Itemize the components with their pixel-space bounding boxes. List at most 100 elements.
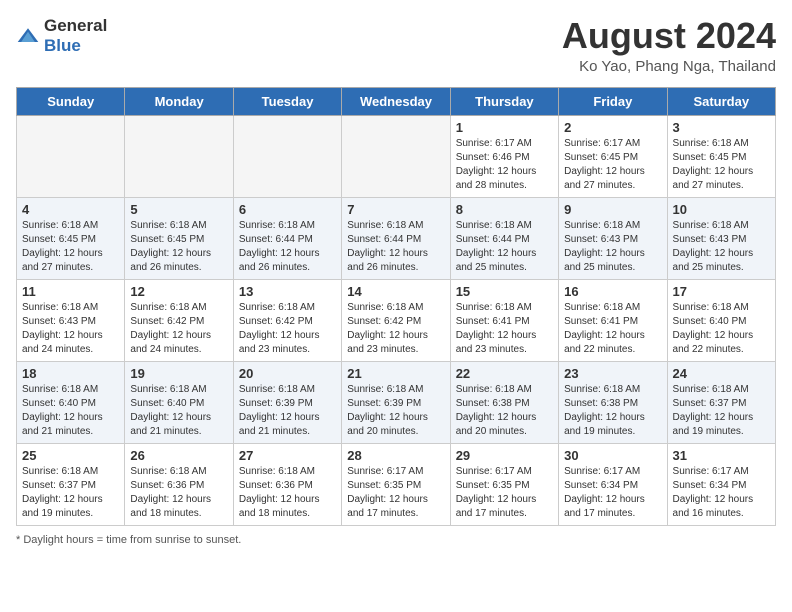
logo-general: General — [44, 16, 107, 35]
day-info: Sunrise: 6:18 AM Sunset: 6:38 PM Dayligh… — [564, 383, 661, 439]
calendar-day-cell: 28Sunrise: 6:17 AM Sunset: 6:35 PM Dayli… — [342, 443, 450, 525]
day-info: Sunrise: 6:18 AM Sunset: 6:40 PM Dayligh… — [22, 383, 119, 439]
day-number: 26 — [130, 448, 227, 463]
day-info: Sunrise: 6:18 AM Sunset: 6:42 PM Dayligh… — [239, 301, 336, 357]
day-number: 31 — [673, 448, 770, 463]
day-number: 8 — [456, 202, 553, 217]
day-info: Sunrise: 6:18 AM Sunset: 6:42 PM Dayligh… — [130, 301, 227, 357]
day-info: Sunrise: 6:18 AM Sunset: 6:40 PM Dayligh… — [130, 383, 227, 439]
calendar-day-cell: 2 Sunrise: 6:17 AM Sunset: 6:45 PM Daylig… — [559, 115, 667, 197]
calendar-day-cell: 7 Sunrise: 6:18 AM Sunset: 6:44 PM Daylig… — [342, 197, 450, 279]
day-number: 16 — [564, 284, 661, 299]
calendar-day-cell: 12 Sunrise: 6:18 AM Sunset: 6:42 PM Dayli… — [125, 279, 233, 361]
day-number: 3 — [673, 120, 770, 135]
calendar-day-cell: 9Sunrise: 6:18 AM Sunset: 6:43 PM Daylig… — [559, 197, 667, 279]
day-info: Sunrise: 6:17 AM Sunset: 6:46 PM Dayligh… — [456, 137, 553, 193]
day-info: Sunrise: 6:18 AM Sunset: 6:41 PM Dayligh… — [564, 301, 661, 357]
day-number: 7 — [347, 202, 444, 217]
calendar-day-cell: 10 Sunrise: 6:18 AM Sunset: 6:43 PM Dayli… — [667, 197, 775, 279]
day-info: Sunrise: 6:18 AM Sunset: 6:44 PM Dayligh… — [239, 219, 336, 275]
calendar-week-row: 11Sunrise: 6:18 AM Sunset: 6:43 PM Dayli… — [17, 279, 776, 361]
day-number: 28 — [347, 448, 444, 463]
calendar-day-cell: 13 Sunrise: 6:18 AM Sunset: 6:42 PM Dayli… — [233, 279, 341, 361]
weekday-header: Saturday — [667, 87, 775, 115]
calendar-table: SundayMondayTuesdayWednesdayThursdayFrid… — [16, 87, 776, 526]
calendar-day-cell: 16 Sunrise: 6:18 AM Sunset: 6:41 PM Dayli… — [559, 279, 667, 361]
calendar-day-cell — [17, 115, 125, 197]
day-number: 12 — [130, 284, 227, 299]
day-number: 14 — [347, 284, 444, 299]
calendar-day-cell: 27 Sunrise: 6:18 AM Sunset: 6:36 PM Dayli… — [233, 443, 341, 525]
day-number: 4 — [22, 202, 119, 217]
day-number: 13 — [239, 284, 336, 299]
day-info: Sunrise: 6:18 AM Sunset: 6:43 PM Dayligh… — [673, 219, 770, 275]
calendar-day-cell: 29 Sunrise: 6:17 AM Sunset: 6:35 PM Dayli… — [450, 443, 558, 525]
calendar-week-row: 18 Sunrise: 6:18 AM Sunset: 6:40 PM Dayli… — [17, 361, 776, 443]
day-number: 17 — [673, 284, 770, 299]
day-number: 27 — [239, 448, 336, 463]
calendar-day-cell: 5 Sunrise: 6:18 AM Sunset: 6:45 PM Daylig… — [125, 197, 233, 279]
day-info: Sunrise: 6:18 AM Sunset: 6:43 PM Dayligh… — [564, 219, 661, 275]
calendar-day-cell: 19 Sunrise: 6:18 AM Sunset: 6:40 PM Dayli… — [125, 361, 233, 443]
logo: General Blue — [16, 16, 107, 56]
footer-text: Daylight hours — [23, 534, 93, 546]
calendar-day-cell: 25Sunrise: 6:18 AM Sunset: 6:37 PM Dayli… — [17, 443, 125, 525]
weekday-header: Friday — [559, 87, 667, 115]
day-info: Sunrise: 6:18 AM Sunset: 6:36 PM Dayligh… — [239, 465, 336, 521]
day-info: Sunrise: 6:18 AM Sunset: 6:42 PM Dayligh… — [347, 301, 444, 357]
day-info: Sunrise: 6:18 AM Sunset: 6:38 PM Dayligh… — [456, 383, 553, 439]
calendar-day-cell — [342, 115, 450, 197]
weekday-header: Thursday — [450, 87, 558, 115]
calendar-day-cell: 23 Sunrise: 6:18 AM Sunset: 6:38 PM Dayli… — [559, 361, 667, 443]
page-title: August 2024 — [562, 16, 776, 56]
calendar-day-cell: 15Sunrise: 6:18 AM Sunset: 6:41 PM Dayli… — [450, 279, 558, 361]
calendar-week-row: 4 Sunrise: 6:18 AM Sunset: 6:45 PM Daylig… — [17, 197, 776, 279]
day-info: Sunrise: 6:18 AM Sunset: 6:45 PM Dayligh… — [673, 137, 770, 193]
calendar-day-cell: 21Sunrise: 6:18 AM Sunset: 6:39 PM Dayli… — [342, 361, 450, 443]
calendar-day-cell: 1Sunrise: 6:17 AM Sunset: 6:46 PM Daylig… — [450, 115, 558, 197]
day-number: 30 — [564, 448, 661, 463]
calendar-day-cell: 24 Sunrise: 6:18 AM Sunset: 6:37 PM Dayli… — [667, 361, 775, 443]
day-number: 18 — [22, 366, 119, 381]
day-info: Sunrise: 6:18 AM Sunset: 6:45 PM Dayligh… — [130, 219, 227, 275]
day-number: 10 — [673, 202, 770, 217]
calendar-day-cell: 11Sunrise: 6:18 AM Sunset: 6:43 PM Dayli… — [17, 279, 125, 361]
calendar-day-cell: 17 Sunrise: 6:18 AM Sunset: 6:40 PM Dayli… — [667, 279, 775, 361]
day-info: Sunrise: 6:18 AM Sunset: 6:40 PM Dayligh… — [673, 301, 770, 357]
calendar-day-cell: 3 Sunrise: 6:18 AM Sunset: 6:45 PM Daylig… — [667, 115, 775, 197]
day-number: 15 — [456, 284, 553, 299]
calendar-day-cell: 6Sunrise: 6:18 AM Sunset: 6:44 PM Daylig… — [233, 197, 341, 279]
day-number: 20 — [239, 366, 336, 381]
day-number: 25 — [22, 448, 119, 463]
calendar-day-cell: 26 Sunrise: 6:18 AM Sunset: 6:36 PM Dayli… — [125, 443, 233, 525]
day-number: 22 — [456, 366, 553, 381]
day-info: Sunrise: 6:18 AM Sunset: 6:39 PM Dayligh… — [239, 383, 336, 439]
calendar-week-row: 25Sunrise: 6:18 AM Sunset: 6:37 PM Dayli… — [17, 443, 776, 525]
day-info: Sunrise: 6:17 AM Sunset: 6:35 PM Dayligh… — [456, 465, 553, 521]
day-info: Sunrise: 6:18 AM Sunset: 6:36 PM Dayligh… — [130, 465, 227, 521]
weekday-header: Monday — [125, 87, 233, 115]
header: General Blue August 2024 Ko Yao, Phang N… — [16, 16, 776, 75]
weekday-header: Tuesday — [233, 87, 341, 115]
day-number: 19 — [130, 366, 227, 381]
day-info: Sunrise: 6:18 AM Sunset: 6:43 PM Dayligh… — [22, 301, 119, 357]
day-info: Sunrise: 6:17 AM Sunset: 6:45 PM Dayligh… — [564, 137, 661, 193]
day-info: Sunrise: 6:18 AM Sunset: 6:44 PM Dayligh… — [347, 219, 444, 275]
footer-note: * Daylight hours = time from sunrise to … — [16, 534, 776, 546]
day-info: Sunrise: 6:17 AM Sunset: 6:34 PM Dayligh… — [673, 465, 770, 521]
calendar-day-cell: 30Sunrise: 6:17 AM Sunset: 6:34 PM Dayli… — [559, 443, 667, 525]
day-number: 2 — [564, 120, 661, 135]
calendar-day-cell: 31 Sunrise: 6:17 AM Sunset: 6:34 PM Dayli… — [667, 443, 775, 525]
day-number: 24 — [673, 366, 770, 381]
calendar-day-cell: 22 Sunrise: 6:18 AM Sunset: 6:38 PM Dayli… — [450, 361, 558, 443]
day-info: Sunrise: 6:18 AM Sunset: 6:37 PM Dayligh… — [673, 383, 770, 439]
calendar-header-row: SundayMondayTuesdayWednesdayThursdayFrid… — [17, 87, 776, 115]
title-area: August 2024 Ko Yao, Phang Nga, Thailand — [562, 16, 776, 75]
day-number: 5 — [130, 202, 227, 217]
calendar-day-cell: 20 Sunrise: 6:18 AM Sunset: 6:39 PM Dayli… — [233, 361, 341, 443]
day-number: 23 — [564, 366, 661, 381]
calendar-body: 1Sunrise: 6:17 AM Sunset: 6:46 PM Daylig… — [17, 115, 776, 525]
day-number: 29 — [456, 448, 553, 463]
logo-text: General Blue — [44, 16, 107, 56]
day-info: Sunrise: 6:18 AM Sunset: 6:39 PM Dayligh… — [347, 383, 444, 439]
